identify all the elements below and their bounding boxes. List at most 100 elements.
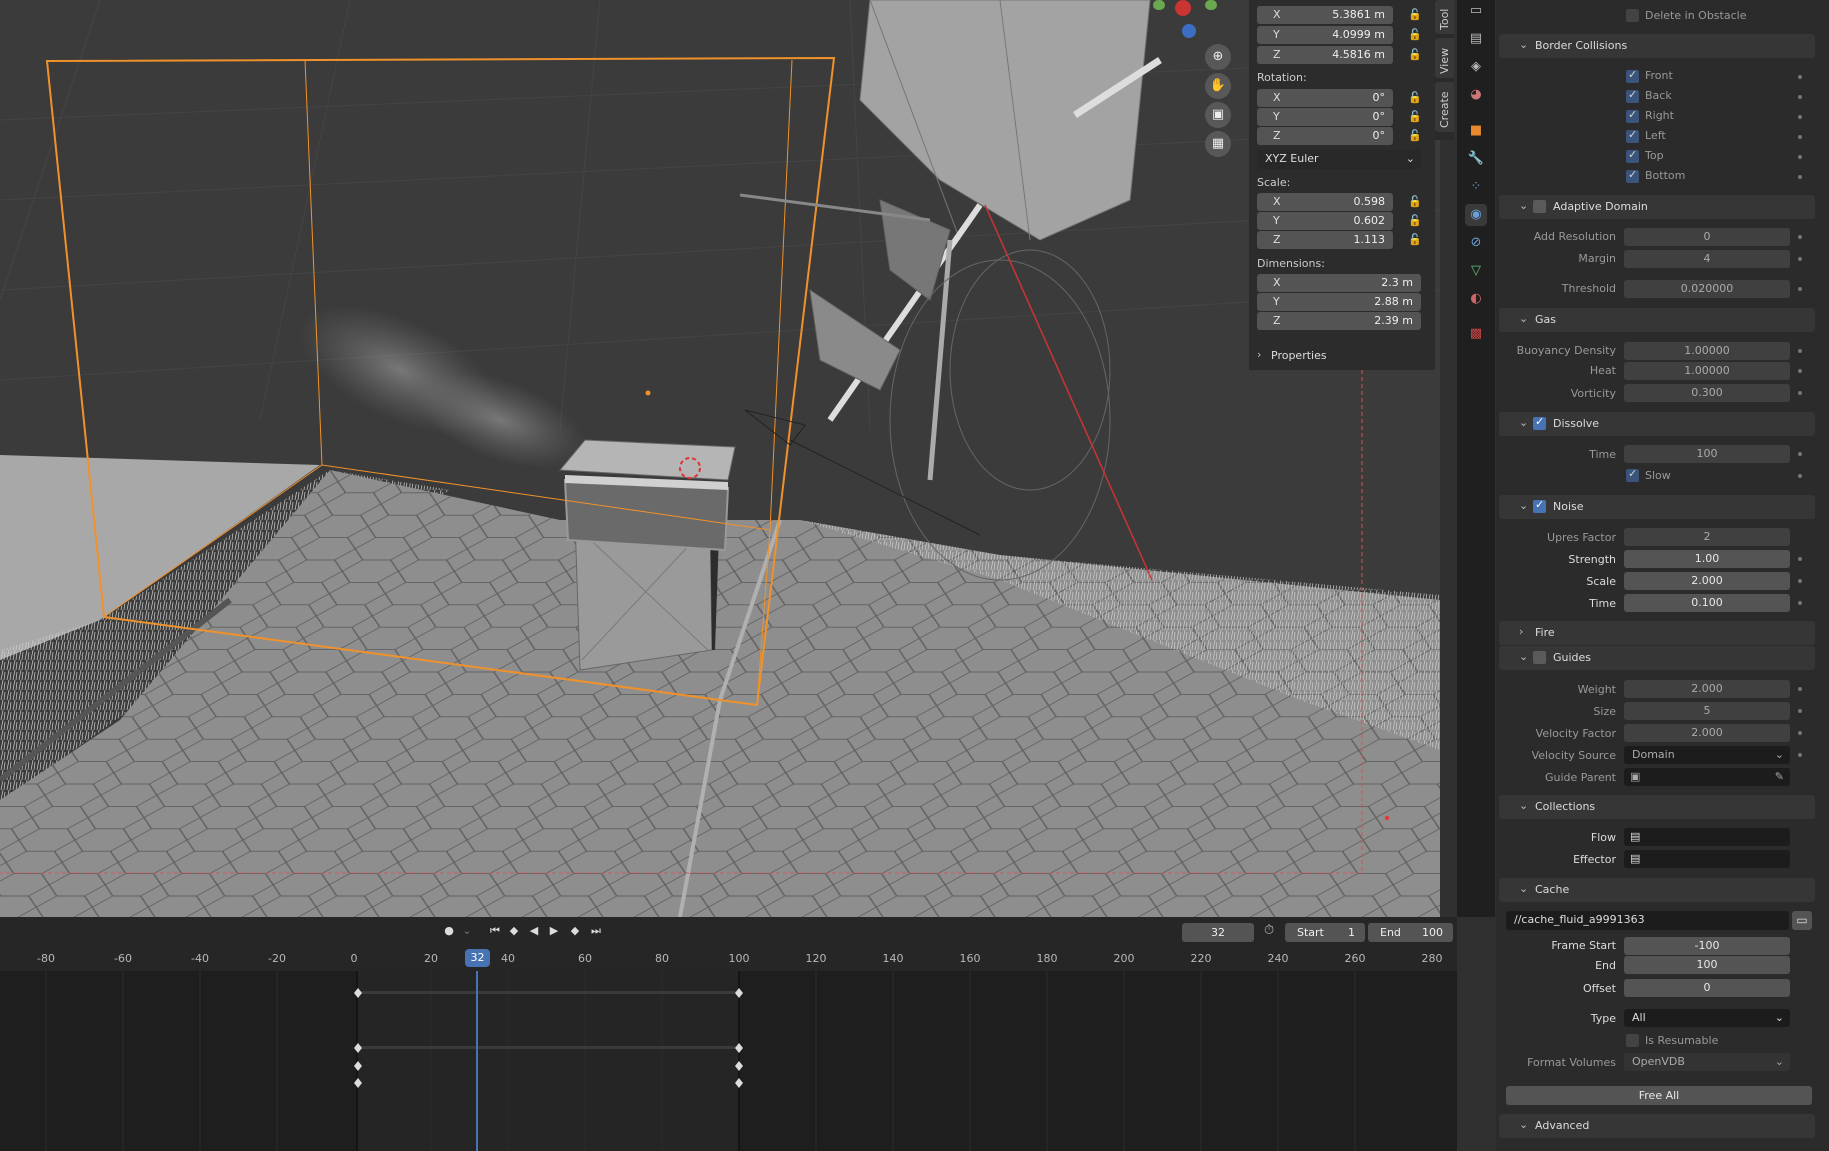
record-icon[interactable]: ●: [440, 924, 458, 940]
timeline-ruler[interactable]: -80 -60 -40 -20 0 20 40 60 80 100 120 14…: [0, 947, 1457, 971]
tab-tool[interactable]: Tool: [1435, 0, 1454, 34]
format-volumes-dropdown[interactable]: OpenVDB ⌄: [1624, 1053, 1790, 1071]
dissolve-time-field[interactable]: 100: [1624, 445, 1790, 463]
lock-icon[interactable]: 🔓: [1408, 195, 1422, 208]
tab-view[interactable]: View: [1435, 38, 1454, 78]
collections-header[interactable]: ⌄ Collections: [1499, 795, 1815, 819]
noise-scale-field[interactable]: 2.000: [1624, 572, 1790, 590]
noise-time-field[interactable]: 0.100: [1624, 594, 1790, 612]
frame-start-field[interactable]: -100: [1624, 937, 1790, 955]
is-resumable-checkbox[interactable]: [1626, 1034, 1639, 1047]
guides-checkbox[interactable]: [1533, 651, 1546, 664]
border-left-checkbox[interactable]: [1626, 128, 1639, 143]
camera-view-icon[interactable]: ▣: [1205, 102, 1231, 128]
location-x-field[interactable]: X 5.3861 m: [1257, 6, 1393, 24]
view-layer-tab-icon[interactable]: ◈: [1465, 56, 1487, 78]
lock-icon[interactable]: 🔓: [1408, 233, 1422, 246]
cache-path-input[interactable]: //cache_fluid_a9991363: [1506, 911, 1789, 930]
velocity-source-dropdown[interactable]: Domain ⌄: [1624, 746, 1790, 764]
3d-viewport[interactable]: ⊕ ✋ ▣ ▦: [0, 0, 1440, 917]
timeline-editor[interactable]: ● ⌄ ⏮ ◆ ◀ ▶ ◆ ⏭ 32 ⏱ Start 1 End 100 -80…: [0, 917, 1457, 1151]
effector-collection-field[interactable]: ▤: [1624, 850, 1790, 868]
guide-size-field[interactable]: 5: [1624, 702, 1790, 720]
play-icon[interactable]: ▶: [545, 924, 563, 940]
jump-start-icon[interactable]: ⏮: [486, 924, 504, 940]
lock-icon[interactable]: 🔓: [1408, 8, 1422, 21]
noise-checkbox[interactable]: [1533, 498, 1546, 513]
chevron-down-icon[interactable]: ⌄: [458, 924, 476, 940]
dissolve-checkbox[interactable]: [1533, 415, 1546, 430]
dimensions-z-field[interactable]: Z 2.39 m: [1257, 312, 1421, 330]
scene-tab-icon[interactable]: ◕: [1465, 84, 1487, 106]
physics-tab-icon[interactable]: ◉: [1465, 204, 1487, 226]
fire-header[interactable]: › Fire: [1499, 621, 1815, 645]
advanced-header[interactable]: ⌄ Advanced: [1499, 1114, 1815, 1138]
upres-factor-field[interactable]: 2: [1624, 528, 1790, 546]
vorticity-field[interactable]: 0.300: [1624, 384, 1790, 402]
dissolve-header[interactable]: ⌄ Dissolve: [1499, 412, 1815, 436]
location-z-field[interactable]: Z 4.5816 m: [1257, 46, 1393, 64]
lock-icon[interactable]: 🔓: [1408, 129, 1422, 142]
adaptive-domain-checkbox[interactable]: [1533, 200, 1546, 213]
guide-weight-field[interactable]: 2.000: [1624, 680, 1790, 698]
lock-icon[interactable]: 🔓: [1408, 214, 1422, 227]
cache-header[interactable]: ⌄ Cache: [1499, 878, 1815, 902]
modifier-wrench-icon[interactable]: 🔧: [1465, 148, 1487, 170]
next-keyframe-icon[interactable]: ◆: [566, 924, 584, 940]
scale-y-field[interactable]: Y 0.602: [1257, 212, 1393, 230]
start-frame-field[interactable]: Start 1: [1285, 923, 1365, 942]
play-reverse-icon[interactable]: ◀: [525, 924, 543, 940]
border-front-checkbox[interactable]: [1626, 68, 1639, 83]
object-tab-icon[interactable]: ■: [1465, 120, 1487, 142]
dimensions-y-field[interactable]: Y 2.88 m: [1257, 293, 1421, 311]
lock-icon[interactable]: 🔓: [1408, 91, 1422, 104]
adaptive-domain-header[interactable]: ⌄ Adaptive Domain: [1499, 195, 1815, 219]
add-resolution-field[interactable]: 0: [1624, 228, 1790, 246]
location-y-field[interactable]: Y 4.0999 m: [1257, 26, 1393, 44]
material-tab-icon[interactable]: ◐: [1465, 288, 1487, 310]
border-bottom-checkbox[interactable]: [1626, 168, 1639, 183]
offset-field[interactable]: 0: [1624, 979, 1790, 997]
constraints-tab-icon[interactable]: ⊘: [1465, 232, 1487, 254]
rotation-y-field[interactable]: Y 0°: [1257, 108, 1393, 126]
border-top-checkbox[interactable]: [1626, 148, 1639, 163]
guide-parent-field[interactable]: ▣ ✎: [1624, 768, 1790, 786]
gizmo-x-axis[interactable]: [1175, 0, 1191, 16]
render-tab-icon[interactable]: ▭: [1465, 0, 1487, 22]
scale-x-field[interactable]: X 0.598: [1257, 193, 1393, 211]
gas-header[interactable]: ⌄ Gas: [1499, 308, 1815, 332]
particles-tab-icon[interactable]: ⁘: [1465, 176, 1487, 198]
cache-end-field[interactable]: 100: [1624, 956, 1790, 974]
lock-icon[interactable]: 🔓: [1408, 48, 1422, 61]
zoom-icon[interactable]: ⊕: [1205, 44, 1231, 70]
border-right-checkbox[interactable]: [1626, 108, 1639, 123]
flow-collection-field[interactable]: ▤: [1624, 828, 1790, 846]
noise-header[interactable]: ⌄ Noise: [1499, 495, 1815, 519]
current-frame-field[interactable]: 32: [1182, 923, 1254, 942]
pan-hand-icon[interactable]: ✋: [1205, 73, 1231, 99]
lock-icon[interactable]: 🔓: [1408, 28, 1422, 41]
threshold-field[interactable]: 0.020000: [1624, 280, 1790, 298]
delete-in-obstacle-checkbox[interactable]: [1626, 9, 1639, 22]
jump-end-icon[interactable]: ⏭: [587, 924, 605, 940]
border-back-checkbox[interactable]: [1626, 88, 1639, 103]
eyedropper-icon[interactable]: ✎: [1775, 768, 1784, 786]
scale-z-field[interactable]: Z 1.113: [1257, 231, 1393, 249]
rotation-x-field[interactable]: X 0°: [1257, 89, 1393, 107]
buoyancy-density-field[interactable]: 1.00000: [1624, 342, 1790, 360]
texture-tab-icon[interactable]: ▩: [1465, 323, 1487, 345]
free-all-button[interactable]: Free All: [1506, 1086, 1812, 1105]
rotation-mode-dropdown[interactable]: XYZ Euler ⌄: [1257, 150, 1421, 169]
navigation-gizmo[interactable]: [1145, 0, 1235, 45]
guides-header[interactable]: ⌄ Guides: [1499, 646, 1815, 670]
slow-checkbox[interactable]: [1626, 467, 1639, 482]
ortho-grid-icon[interactable]: ▦: [1205, 131, 1231, 157]
output-tab-icon[interactable]: ▤: [1465, 28, 1487, 50]
margin-field[interactable]: 4: [1624, 250, 1790, 268]
folder-icon[interactable]: ▭: [1792, 911, 1812, 930]
border-collisions-header[interactable]: ⌄ Border Collisions: [1499, 34, 1815, 58]
tab-create[interactable]: Create: [1435, 82, 1454, 132]
end-frame-field[interactable]: End 100: [1368, 923, 1453, 942]
heat-field[interactable]: 1.00000: [1624, 362, 1790, 380]
strength-field[interactable]: 1.00: [1624, 550, 1790, 568]
